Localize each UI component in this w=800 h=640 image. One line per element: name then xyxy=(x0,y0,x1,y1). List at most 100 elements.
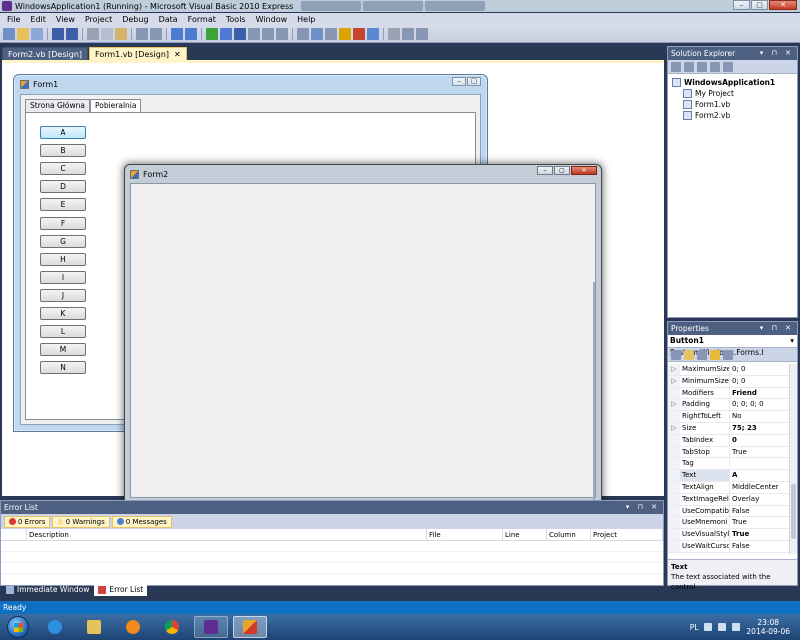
cut-icon[interactable] xyxy=(87,28,99,40)
button-l[interactable]: L xyxy=(40,325,86,339)
format-icon[interactable] xyxy=(402,28,414,40)
property-value[interactable]: A xyxy=(730,470,789,481)
form1-minimize-button[interactable]: – xyxy=(452,77,466,86)
start-debugging-icon[interactable] xyxy=(206,28,218,40)
copy-icon[interactable] xyxy=(101,28,113,40)
column-column[interactable]: Column xyxy=(547,529,591,540)
tab-form1-design[interactable]: Form1.vb [Design] ✕ xyxy=(89,47,187,60)
property-value[interactable]: False xyxy=(730,506,789,517)
property-row[interactable]: Tag xyxy=(668,458,789,471)
find-icon[interactable] xyxy=(297,28,309,40)
panel-pin-close-icons[interactable]: ▾ ⊓ ✕ xyxy=(760,47,794,60)
volume-icon[interactable] xyxy=(732,623,741,631)
form2-minimize-button[interactable]: – xyxy=(537,166,553,175)
tab-error-list[interactable]: Error List xyxy=(94,584,148,596)
property-row[interactable]: ▷ Padding 0; 0; 0; 0 xyxy=(668,399,789,412)
button-f[interactable]: F xyxy=(40,216,86,230)
tree-item[interactable]: Form2.vb xyxy=(672,110,793,121)
language-indicator[interactable]: PL xyxy=(690,623,699,632)
taskbar-explorer[interactable] xyxy=(77,616,111,638)
property-row[interactable]: UseCompatib False xyxy=(668,505,789,518)
maximize-button[interactable]: ▢ xyxy=(751,0,768,10)
toolbox-icon[interactable] xyxy=(353,28,365,40)
alphabetical-icon[interactable] xyxy=(684,349,694,360)
stop-icon[interactable] xyxy=(234,28,246,40)
button-j[interactable]: J xyxy=(40,288,86,302)
save-all-icon[interactable] xyxy=(66,28,78,40)
button-h[interactable]: H xyxy=(40,252,86,266)
close-tab-icon[interactable]: ✕ xyxy=(174,48,181,61)
add-item-icon[interactable] xyxy=(31,28,43,40)
property-value[interactable]: True xyxy=(730,517,789,528)
property-row[interactable]: UseWaitCursc False xyxy=(668,540,789,553)
undo-icon[interactable] xyxy=(171,28,183,40)
property-row[interactable]: ▷ MaximumSize 0; 0 xyxy=(668,364,789,376)
menu-file[interactable]: File xyxy=(2,13,25,26)
property-value[interactable]: Friend xyxy=(730,388,789,399)
view-designer-icon[interactable] xyxy=(723,61,733,72)
property-value[interactable]: True xyxy=(730,529,789,540)
button-k[interactable]: K xyxy=(40,307,86,320)
taskbar-running-app[interactable] xyxy=(233,616,267,638)
object-browser-icon[interactable] xyxy=(339,28,351,40)
panel-pin-close-icons[interactable]: ▾ ⊓ ✕ xyxy=(626,501,660,514)
property-row[interactable]: UseMnemoni True xyxy=(668,517,789,530)
menu-tools[interactable]: Tools xyxy=(221,13,251,26)
show-all-files-icon[interactable] xyxy=(684,61,694,72)
property-row[interactable]: TabIndex 0 xyxy=(668,434,789,447)
button-n[interactable]: N xyxy=(40,361,86,375)
flag-icon[interactable] xyxy=(704,623,713,631)
tab-pobieralnia[interactable]: Pobieralnia xyxy=(89,99,142,113)
view-code-icon[interactable] xyxy=(710,61,720,72)
save-icon[interactable] xyxy=(52,28,64,40)
menu-project[interactable]: Project xyxy=(80,13,117,26)
button-i[interactable]: I xyxy=(40,270,86,284)
clock[interactable]: 23:08 2014-09-06 xyxy=(746,618,790,636)
tree-item[interactable]: WindowsApplication1 xyxy=(672,77,793,88)
solution-explorer-icon[interactable] xyxy=(311,28,323,40)
properties-icon[interactable] xyxy=(671,61,681,72)
property-row[interactable]: Modifiers Friend xyxy=(668,387,789,400)
form1-maximize-button[interactable]: ▢ xyxy=(467,77,481,86)
menu-window[interactable]: Window xyxy=(251,13,293,26)
redo-icon[interactable] xyxy=(185,28,197,40)
button-e[interactable]: E xyxy=(40,198,86,212)
taskbar-internet-explorer[interactable] xyxy=(38,616,72,638)
menu-edit[interactable]: Edit xyxy=(25,13,51,26)
tree-item[interactable]: My Project xyxy=(672,88,793,99)
close-button[interactable]: ✕ xyxy=(769,0,797,10)
menu-format[interactable]: Format xyxy=(183,13,221,26)
expand-icon[interactable]: ▷ xyxy=(668,364,680,375)
property-value[interactable]: 0; 0 xyxy=(730,364,789,375)
open-file-icon[interactable] xyxy=(17,28,29,40)
column-description[interactable]: Description xyxy=(27,529,427,540)
step-out-icon[interactable] xyxy=(276,28,288,40)
property-row[interactable]: RightToLeft No xyxy=(668,411,789,423)
errors-filter-button[interactable]: 0 Errors xyxy=(4,515,51,528)
menu-help[interactable]: Help xyxy=(292,13,320,26)
form2-close-button[interactable]: ✕ xyxy=(571,166,597,175)
button-m[interactable]: M xyxy=(40,343,86,357)
form2-window[interactable]: Form2 – ▢ ✕ xyxy=(124,164,602,512)
tab-form2-design[interactable]: Form2.vb [Design] xyxy=(2,47,89,60)
button-b[interactable]: B xyxy=(40,144,86,158)
button-g[interactable]: G xyxy=(40,234,86,248)
property-pages-icon[interactable] xyxy=(723,349,733,360)
error-list-icon[interactable] xyxy=(367,28,379,40)
refresh-icon[interactable] xyxy=(697,61,707,72)
menu-debug[interactable]: Debug xyxy=(117,13,153,26)
minimize-button[interactable]: – xyxy=(733,0,750,10)
menu-data[interactable]: Data xyxy=(154,13,183,26)
form2-maximize-button[interactable]: ▢ xyxy=(554,166,570,175)
column-project[interactable]: Project xyxy=(591,529,663,540)
property-value[interactable]: 0 xyxy=(730,435,789,446)
paste-icon[interactable] xyxy=(115,28,127,40)
button-c[interactable]: C xyxy=(40,162,86,176)
properties-window-icon[interactable] xyxy=(325,28,337,40)
property-value[interactable]: True xyxy=(730,447,789,458)
property-row[interactable]: ▷ MinimumSize 0; 0 xyxy=(668,375,789,388)
expand-icon[interactable]: ▷ xyxy=(668,422,680,434)
property-row[interactable]: TabStop True xyxy=(668,446,789,459)
property-value[interactable]: 0; 0 xyxy=(730,376,789,387)
property-row[interactable]: UseVisualStyle True xyxy=(668,529,789,541)
